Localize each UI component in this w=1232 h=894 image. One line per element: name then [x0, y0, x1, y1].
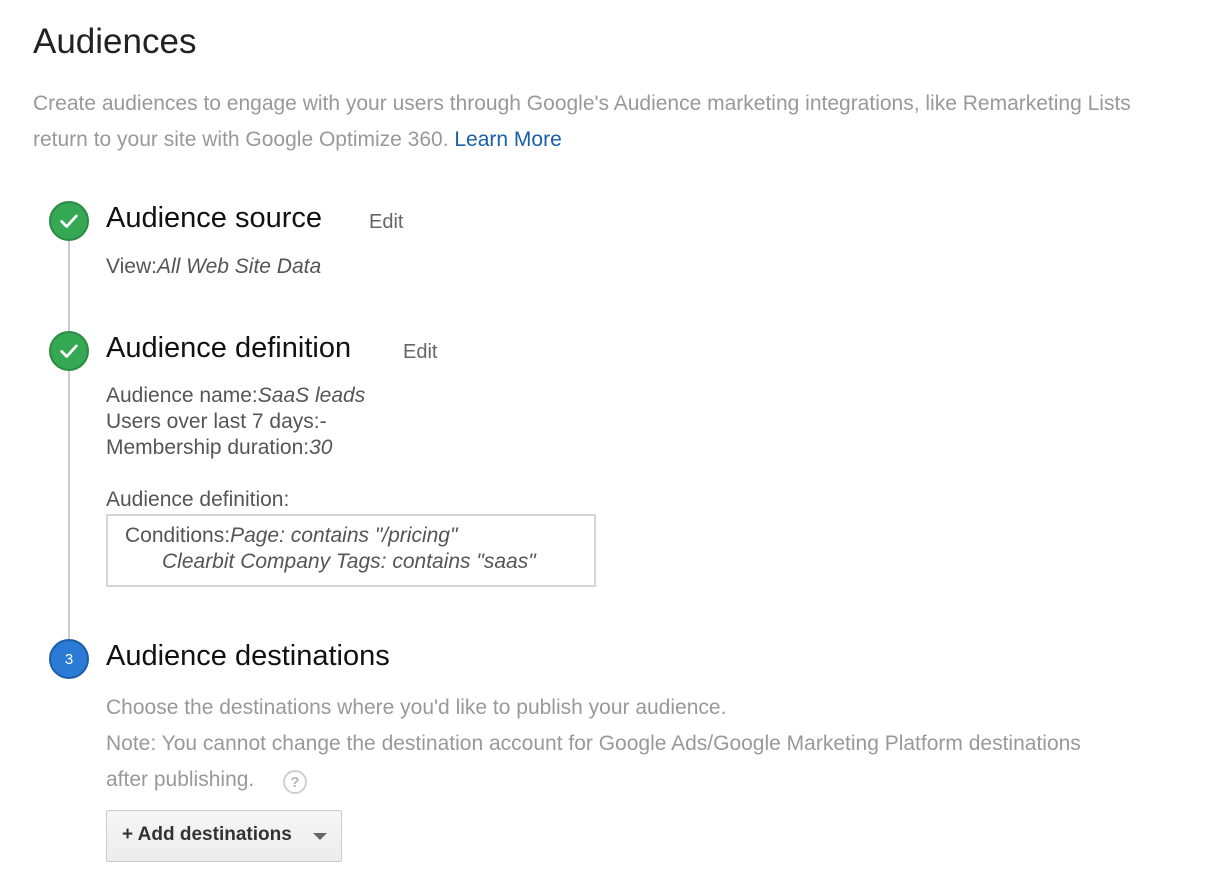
step-3-number: 3 — [64, 650, 74, 668]
users-value: - — [319, 410, 327, 433]
destinations-note-line-1: Note: You cannot change the destination … — [106, 732, 1081, 755]
audience-name-row: Audience name:SaaS leads — [106, 383, 365, 409]
step-timeline-line — [68, 222, 70, 658]
step-2-edit-link[interactable]: Edit — [403, 341, 437, 364]
page-title: Audiences — [33, 22, 197, 61]
add-destinations-button[interactable]: + Add destinations — [106, 810, 342, 862]
membership-duration-row: Membership duration:30 — [106, 435, 332, 461]
learn-more-link[interactable]: Learn More — [454, 128, 561, 151]
destinations-note-line-2: after publishing. — [106, 768, 255, 791]
chevron-down-icon — [313, 833, 327, 840]
step-3-title: Audience destinations — [106, 640, 390, 672]
conditions-label: Conditions: — [125, 524, 231, 547]
audience-definition-label: Audience definition: — [106, 488, 290, 511]
step-1-title: Audience source — [106, 202, 323, 234]
view-label: View: — [106, 255, 157, 278]
intro-line-1: Create audiences to engage with your use… — [33, 92, 1131, 115]
help-question-icon[interactable]: ? — [283, 770, 307, 794]
duration-label: Membership duration: — [106, 436, 310, 459]
view-value: All Web Site Data — [156, 255, 322, 278]
step-1-edit-link[interactable]: Edit — [369, 211, 403, 234]
check-icon — [60, 344, 78, 358]
step-2-complete-badge — [49, 331, 89, 371]
step-3-number-badge: 3 — [49, 639, 89, 679]
intro-line-2: return to your site with Google Optimize… — [33, 122, 1232, 158]
users-label: Users over last 7 days: — [106, 410, 320, 433]
condition-row-1: Conditions:Page: contains "/pricing" — [125, 523, 457, 549]
step-1-complete-badge — [49, 201, 89, 241]
condition-row-2: Clearbit Company Tags: contains "saas" — [162, 549, 536, 575]
step-2-title: Audience definition — [106, 332, 352, 364]
audience-name-label: Audience name: — [106, 384, 258, 407]
users-last-7-days-row: Users over last 7 days:- — [106, 409, 327, 435]
destinations-description: Choose the destinations where you'd like… — [106, 696, 727, 719]
check-icon — [60, 214, 78, 228]
page-intro: Create audiences to engage with your use… — [33, 86, 1232, 158]
intro-line-2-text: return to your site with Google Optimize… — [33, 128, 449, 151]
source-view-row: View:All Web Site Data — [106, 254, 321, 280]
audience-name-value: SaaS leads — [257, 384, 366, 407]
add-destinations-label: + Add destinations — [122, 824, 292, 845]
duration-value: 30 — [309, 436, 333, 459]
condition-2-value: Clearbit Company Tags: contains "saas" — [162, 550, 536, 573]
condition-1-value: Page: contains "/pricing" — [230, 524, 458, 547]
